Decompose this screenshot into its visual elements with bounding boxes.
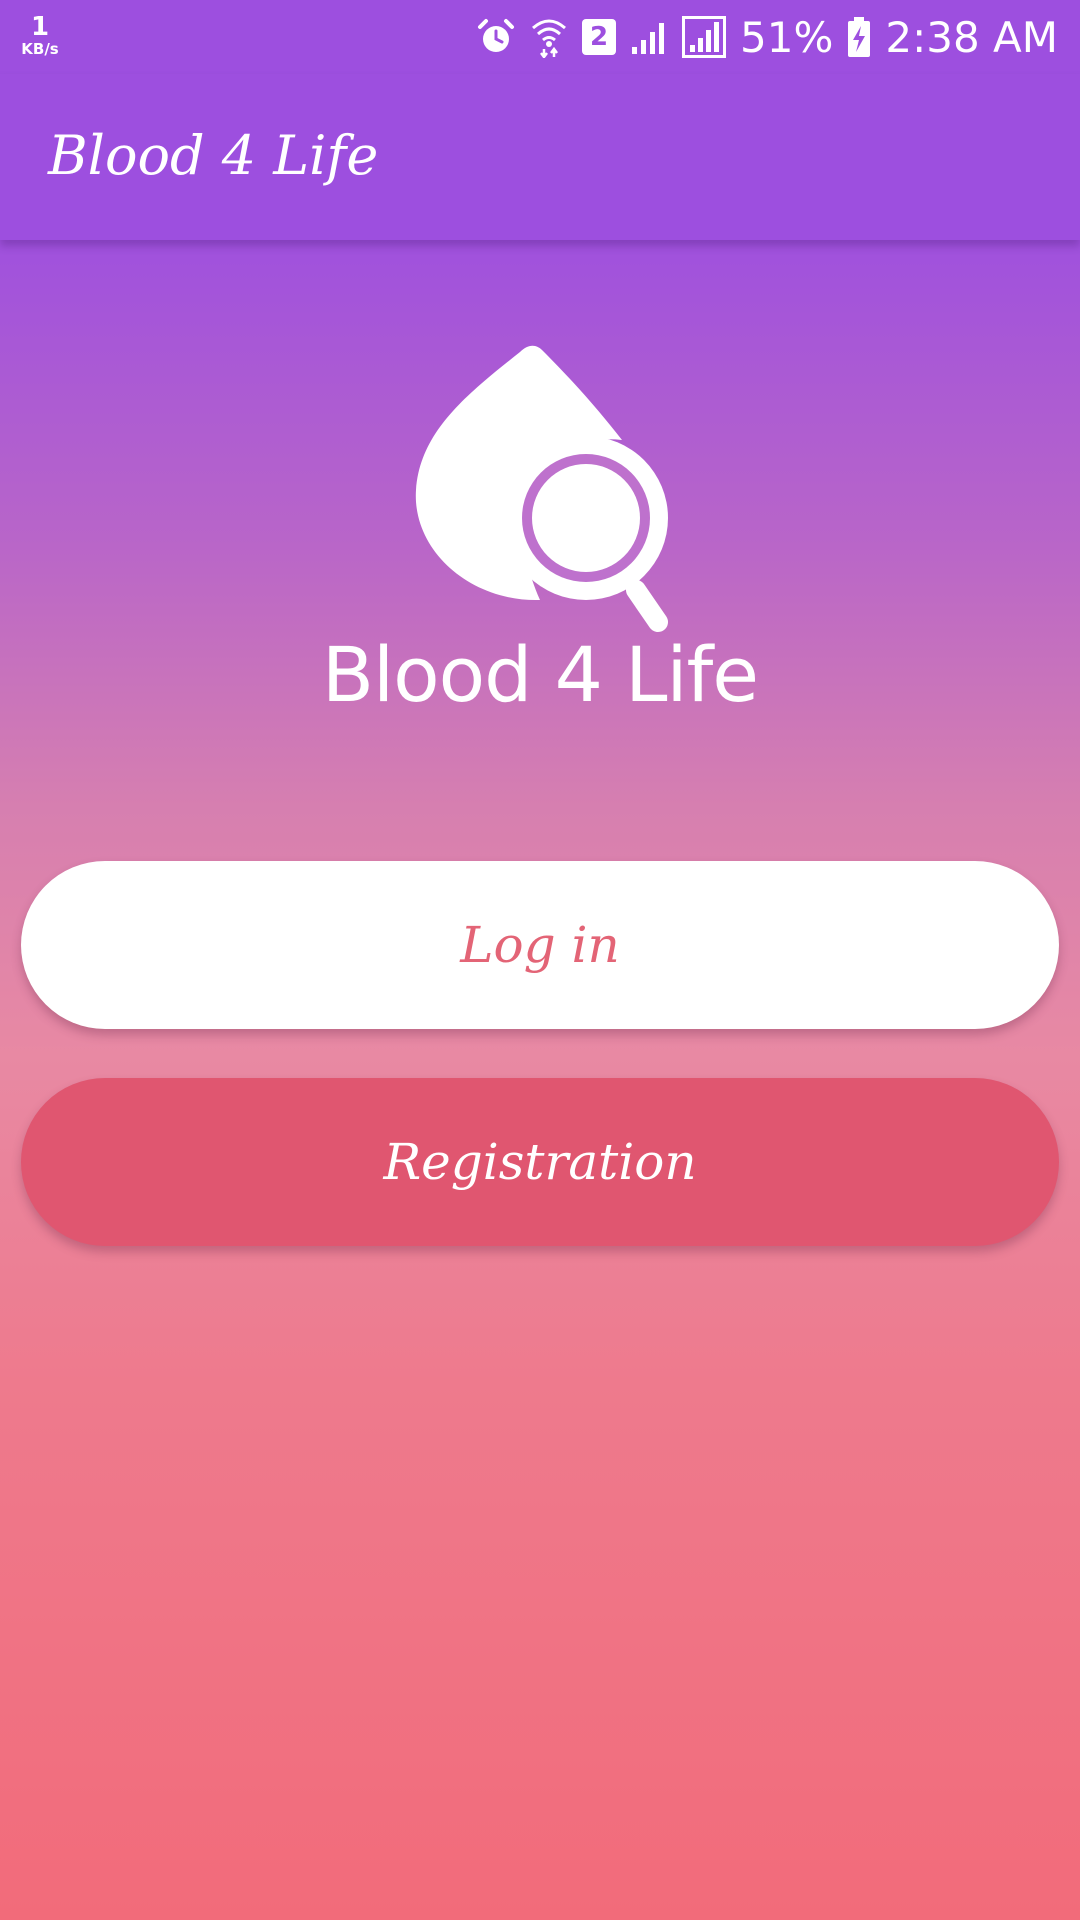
registration-button[interactable]: Registration	[21, 1078, 1059, 1246]
app-bar: Blood 4 Life	[0, 74, 1080, 240]
signal-full-icon	[682, 16, 726, 58]
status-icons: 2 51% 2:38 AM	[476, 8, 1058, 66]
battery-percentage: 51%	[740, 12, 834, 62]
wifi-icon	[530, 16, 568, 58]
app-title: Blood 4 Life	[48, 124, 379, 187]
login-button[interactable]: Log in	[21, 861, 1059, 1029]
network-speed-indicator: 1 KB/s	[14, 14, 66, 57]
network-speed-unit: KB/s	[21, 40, 59, 58]
status-bar: 1 KB/s 2 51% 2:38 AM	[0, 0, 1080, 74]
signal-icon	[630, 19, 668, 55]
logo-wordmark: Blood 4 Life	[321, 630, 759, 719]
network-speed-value: 1	[30, 12, 50, 42]
sim-icon: 2	[582, 19, 616, 55]
battery-charging-icon	[847, 16, 871, 58]
app-logo: Blood 4 Life	[300, 340, 780, 720]
clock: 2:38 AM	[885, 12, 1058, 62]
blood-drop-magnifier-icon	[415, 345, 668, 632]
alarm-icon	[476, 17, 516, 57]
